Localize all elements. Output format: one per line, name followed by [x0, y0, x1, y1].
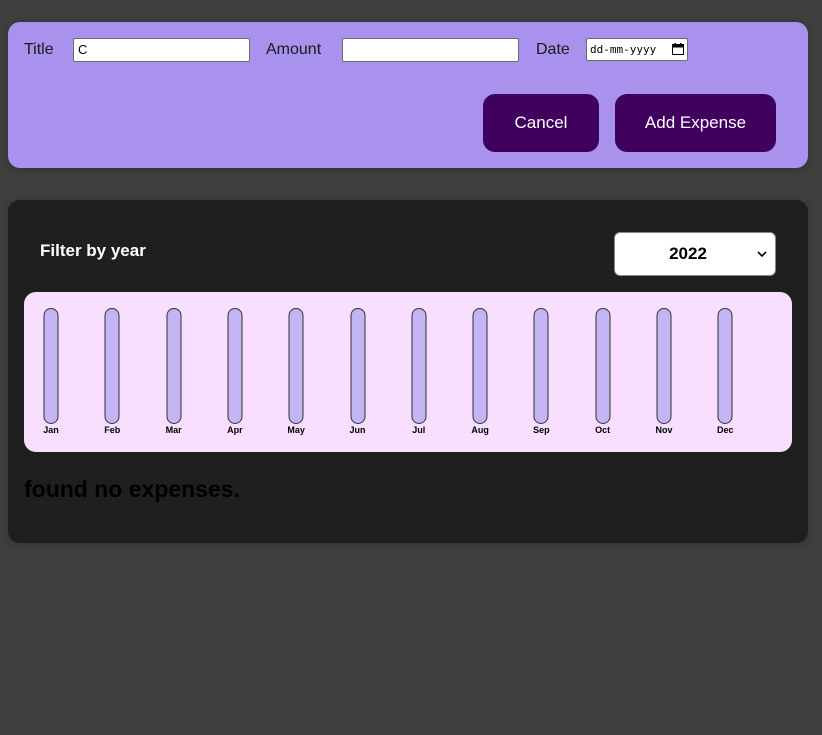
chart-bar-jun: Jun: [338, 308, 378, 438]
empty-message: found no expenses.: [24, 476, 240, 502]
bar-track: [533, 308, 549, 424]
chart-bar-feb: Feb: [92, 308, 132, 438]
expenses-panel: Filter by year 2022 Jan Feb Mar Apr May Jun Ju…: [8, 200, 808, 543]
bar-track: [411, 308, 427, 424]
bar-label: Jul: [412, 425, 426, 435]
bar-track: [166, 308, 182, 424]
chart-bar-mar: Mar: [154, 308, 194, 438]
bar-label: Apr: [227, 425, 243, 435]
title-input[interactable]: C: [73, 38, 250, 62]
bar-track: [350, 308, 365, 424]
bar-label: Jun: [349, 425, 366, 435]
date-placeholder: dd-mm-yyyy: [590, 43, 657, 56]
bar-track: [656, 308, 672, 424]
chart-bar-sep: Sep: [521, 308, 561, 438]
bar-label: Jan: [43, 425, 59, 435]
chevron-down-icon: [757, 251, 767, 258]
bar-label: Dec: [717, 425, 734, 435]
form-controls-row: Title C Amount Date dd-mm-yyyy: [24, 38, 792, 63]
title-label: Title: [24, 41, 54, 58]
bar-label: Aug: [471, 425, 489, 435]
bar-track: [595, 308, 611, 424]
expenses-chart: Jan Feb Mar Apr May Jun Jul Aug Sep Oct Nov Dec: [24, 292, 792, 452]
chart-bar-may: May: [276, 308, 316, 438]
calendar-icon[interactable]: [672, 43, 684, 55]
bar-track: [717, 308, 733, 424]
bar-label: Mar: [165, 425, 182, 435]
chart-bar-jan: Jan: [31, 308, 71, 438]
bar-track: [288, 308, 304, 424]
bar-track: [472, 308, 488, 424]
bar-label: May: [287, 425, 305, 435]
bar-track: [227, 308, 243, 424]
date-input[interactable]: dd-mm-yyyy: [586, 38, 688, 61]
date-label: Date: [536, 41, 570, 58]
new-expense-form: Title C Amount Date dd-mm-yyyy Cancel Ad…: [8, 22, 808, 168]
bar-label: Feb: [104, 425, 121, 435]
bar-label: Sep: [533, 425, 550, 435]
year-select-value: 2022: [669, 244, 707, 263]
cancel-button[interactable]: Cancel: [483, 94, 599, 152]
bar-track: [43, 308, 59, 424]
chart-bar-dec: Dec: [705, 308, 745, 438]
chart-bar-nov: Nov: [644, 308, 684, 438]
filter-label: Filter by year: [40, 241, 146, 260]
add-expense-button[interactable]: Add Expense: [615, 94, 776, 152]
bar-track: [104, 308, 120, 424]
year-select[interactable]: 2022: [614, 232, 776, 276]
chart-bar-oct: Oct: [583, 308, 623, 438]
bar-label: Oct: [595, 425, 611, 435]
chart-bar-jul: Jul: [399, 308, 439, 438]
chart-bar-apr: Apr: [215, 308, 255, 438]
chart-bar-aug: Aug: [460, 308, 500, 438]
amount-label: Amount: [266, 41, 322, 58]
bar-label: Nov: [655, 425, 673, 435]
amount-input[interactable]: [342, 38, 519, 62]
